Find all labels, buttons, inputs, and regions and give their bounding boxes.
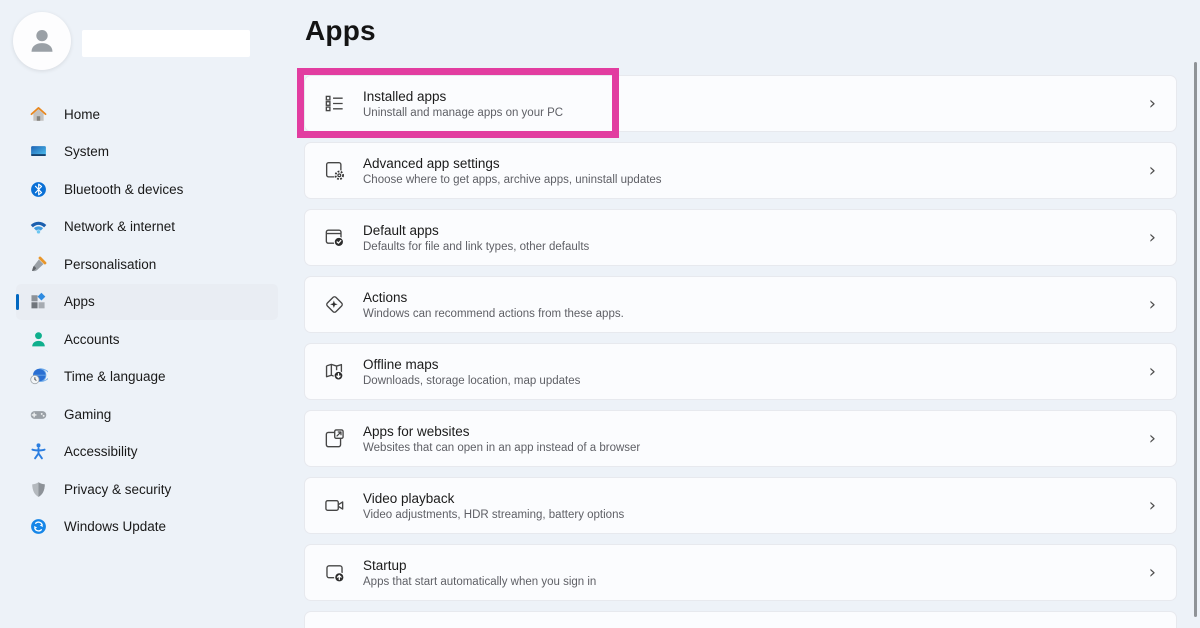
card-text: Advanced app settings Choose where to ge…	[363, 156, 1149, 186]
personalisation-icon	[29, 255, 48, 274]
home-icon	[29, 105, 48, 124]
sidebar-item-gaming[interactable]: Gaming	[16, 396, 278, 432]
sidebar-item-bluetooth-devices[interactable]: Bluetooth & devices	[16, 171, 278, 207]
time-language-icon	[29, 367, 48, 386]
settings-card-video-playback[interactable]: Video playback Video adjustments, HDR st…	[304, 477, 1177, 534]
card-text: Apps for websites Websites that can open…	[363, 424, 1149, 454]
sidebar-item-network-internet[interactable]: Network & internet	[16, 209, 278, 245]
startup-icon	[323, 561, 346, 584]
actions-icon	[323, 293, 346, 316]
card-text: Offline maps Downloads, storage location…	[363, 357, 1149, 387]
user-profile[interactable]	[13, 12, 283, 72]
chevron-right-icon: ›	[1149, 497, 1156, 515]
avatar	[13, 12, 71, 70]
card-text: Startup Apps that start automatically wh…	[363, 558, 1149, 588]
privacy-icon	[29, 480, 48, 499]
chevron-right-icon: ›	[1149, 229, 1156, 247]
vertical-scrollbar[interactable]	[1194, 62, 1197, 617]
system-icon	[29, 142, 48, 161]
settings-list: Installed apps Uninstall and manage apps…	[304, 75, 1177, 628]
settings-card-startup[interactable]: Startup Apps that start automatically wh…	[304, 544, 1177, 601]
sidebar-item-personalisation[interactable]: Personalisation	[16, 246, 278, 282]
gaming-icon	[29, 405, 48, 424]
chevron-right-icon: ›	[1149, 296, 1156, 314]
offline-maps-icon	[323, 360, 346, 383]
sidebar-item-home[interactable]: Home	[16, 96, 278, 132]
sidebar-item-privacy-security[interactable]: Privacy & security	[16, 471, 278, 507]
settings-card-offline-maps[interactable]: Offline maps Downloads, storage location…	[304, 343, 1177, 400]
settings-card-actions[interactable]: Actions Windows can recommend actions fr…	[304, 276, 1177, 333]
chevron-right-icon: ›	[1149, 162, 1156, 180]
bluetooth-icon	[29, 180, 48, 199]
settings-card-installed-apps[interactable]: Installed apps Uninstall and manage apps…	[304, 75, 1177, 132]
video-playback-icon	[323, 494, 346, 517]
sidebar-nav: Home System Bluetooth & devices Network …	[16, 96, 278, 546]
settings-card-default-apps[interactable]: Default apps Defaults for file and link …	[304, 209, 1177, 266]
settings-card-partial[interactable]	[304, 611, 1177, 628]
accessibility-icon	[29, 442, 48, 461]
chevron-right-icon: ›	[1149, 564, 1156, 582]
accounts-icon	[29, 330, 48, 349]
sidebar-item-accounts[interactable]: Accounts	[16, 321, 278, 357]
sidebar-item-apps[interactable]: Apps	[16, 284, 278, 320]
settings-card-apps-for-websites[interactable]: Apps for websites Websites that can open…	[304, 410, 1177, 467]
page-title: Apps	[305, 15, 376, 47]
apps-icon	[29, 292, 48, 311]
sidebar-item-windows-update[interactable]: Windows Update	[16, 509, 278, 545]
card-text: Actions Windows can recommend actions fr…	[363, 290, 1149, 320]
settings-card-advanced-app-settings[interactable]: Advanced app settings Choose where to ge…	[304, 142, 1177, 199]
default-apps-icon	[323, 226, 346, 249]
username-redaction-mask	[82, 30, 250, 57]
sidebar-item-system[interactable]: System	[16, 134, 278, 170]
user-avatar-icon	[25, 24, 59, 58]
network-icon	[29, 217, 48, 236]
installed-apps-icon	[323, 92, 346, 115]
card-text: Video playback Video adjustments, HDR st…	[363, 491, 1149, 521]
windows-update-icon	[29, 517, 48, 536]
card-text: Installed apps Uninstall and manage apps…	[363, 89, 1149, 119]
card-text: Default apps Defaults for file and link …	[363, 223, 1149, 253]
apps-for-websites-icon	[323, 427, 346, 450]
chevron-right-icon: ›	[1149, 363, 1156, 381]
chevron-right-icon: ›	[1149, 95, 1156, 113]
chevron-right-icon: ›	[1149, 430, 1156, 448]
advanced-app-settings-icon	[323, 159, 346, 182]
sidebar-item-time-language[interactable]: Time & language	[16, 359, 278, 395]
sidebar: Home System Bluetooth & devices Network …	[0, 0, 296, 628]
sidebar-item-accessibility[interactable]: Accessibility	[16, 434, 278, 470]
